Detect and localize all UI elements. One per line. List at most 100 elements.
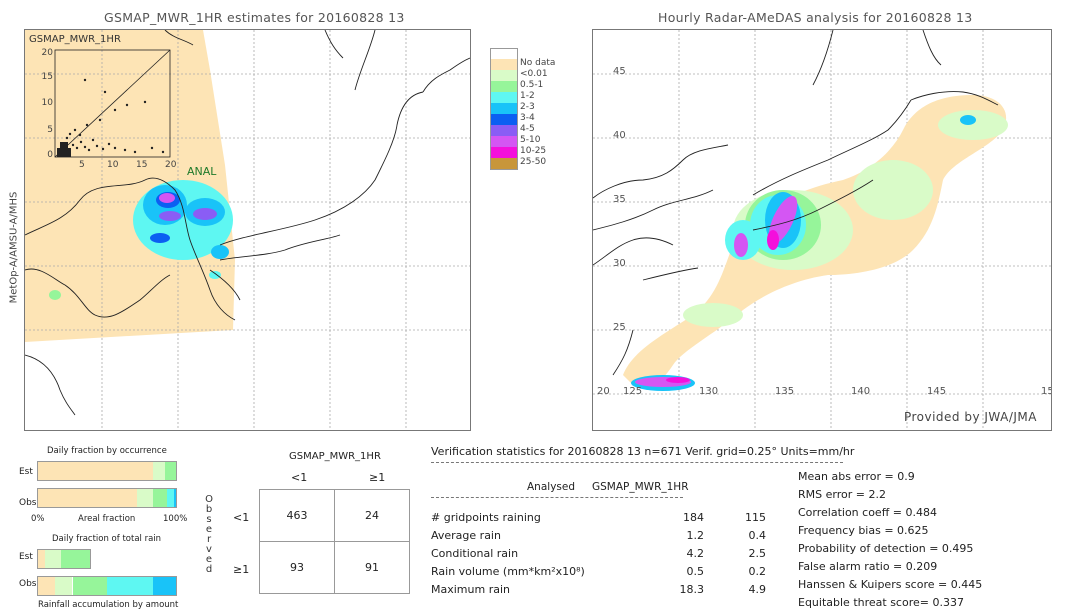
occurrence-obs-label: Obs xyxy=(19,498,37,508)
latitude-tick: 40 xyxy=(613,130,626,141)
color-legend: No data <0.01 0.5-1 1-2 2-3 3-4 4-5 5-10 10-25 25… xyxy=(490,48,560,198)
contingency-col-header: <1 xyxy=(291,471,308,484)
stat-label: Average rain xyxy=(431,529,501,542)
stat-analysed-value: 0.5 xyxy=(686,565,705,578)
occurrence-axis-left: 0% xyxy=(31,514,45,524)
total-rain-obs-bar xyxy=(37,576,177,596)
legend-swatch xyxy=(490,136,518,147)
legend-swatch xyxy=(490,59,518,70)
right-map-canvas xyxy=(593,30,1051,430)
contingency-cell: 91 xyxy=(334,541,410,594)
contingency-row-header: <1 xyxy=(233,511,250,524)
longitude-tick: 145 xyxy=(927,386,947,397)
occurrence-axis-right: 100% xyxy=(163,514,188,524)
occurrence-obs-bar xyxy=(37,488,177,508)
occurrence-title: Daily fraction by occurrence xyxy=(47,446,167,456)
occurrence-est-bar xyxy=(37,461,177,481)
longitude-tick: 135 xyxy=(775,386,795,397)
stat-analysed-value: 184 xyxy=(683,511,704,524)
latitude-tick: 25 xyxy=(613,322,626,333)
contingency-cell: 24 xyxy=(334,489,410,542)
bar-segment xyxy=(152,577,176,595)
occurrence-est-label: Est xyxy=(19,467,33,477)
contingency-row-header: ≥1 xyxy=(233,563,250,576)
longitude-tick: 140 xyxy=(851,386,871,397)
inset-y-tick: 10 xyxy=(41,98,53,108)
stat-gsmap-value: 2.5 xyxy=(748,547,767,560)
longitude-tick: 130 xyxy=(699,386,719,397)
legend-label: 2-3 xyxy=(520,102,535,112)
stat-gsmap-value: 0.2 xyxy=(748,565,767,578)
satellite-label-text: MetOp-A/AMSU-A/MHS xyxy=(8,191,20,304)
score-line: False alarm ratio = 0.209 xyxy=(798,560,938,573)
stat-analysed-value: 4.2 xyxy=(686,547,705,560)
inset-label: GSMAP_MWR_1HR xyxy=(29,34,121,45)
occurrence-axis-mid: Areal fraction xyxy=(78,514,136,524)
score-line: Probability of detection = 0.495 xyxy=(798,542,974,555)
stat-gsmap-value: 115 xyxy=(745,511,766,524)
stat-label: Rain volume (mm*km²x10⁸) xyxy=(431,565,585,578)
divider xyxy=(431,462,843,463)
credit-label: Provided by JWA/JMA xyxy=(903,410,1037,424)
bar-segment xyxy=(167,489,174,507)
anal-label: ANAL xyxy=(187,165,217,178)
latitude-tick: 35 xyxy=(613,194,626,205)
longitude-tick: 15 xyxy=(1041,386,1051,397)
bar-segment xyxy=(107,577,153,595)
total-rain-footer: Rainfall accumulation by amount xyxy=(38,600,179,610)
legend-swatch xyxy=(490,70,518,81)
contingency-cell: 463 xyxy=(259,489,335,542)
latitude-tick: 45 xyxy=(613,66,626,77)
inset-y-tick: 5 xyxy=(47,125,53,135)
inset-x-tick: 15 xyxy=(136,160,148,170)
right-map-title: Hourly Radar-AMeDAS analysis for 2016082… xyxy=(658,10,973,25)
stat-gsmap-value: 4.9 xyxy=(748,583,767,596)
bar-segment xyxy=(38,550,45,568)
inset-y-tick: 20 xyxy=(41,48,53,58)
bar-segment xyxy=(137,489,153,507)
column-gsmap: GSMAP_MWR_1HR xyxy=(592,481,689,493)
bar-segment xyxy=(72,577,107,595)
left-map-title: GSMAP_MWR_1HR estimates for 20160828 13 xyxy=(104,10,405,25)
inset-x-tick: 20 xyxy=(165,160,177,170)
score-line: RMS error = 2.2 xyxy=(798,488,886,501)
legend-swatch xyxy=(490,81,518,92)
score-line: Hanssen & Kuipers score = 0.445 xyxy=(798,578,983,591)
longitude-tick: 125 xyxy=(623,386,643,397)
total-rain-obs-label: Obs xyxy=(19,579,37,589)
stat-label: # gridpoints raining xyxy=(431,511,541,524)
bar-segment xyxy=(38,489,138,507)
legend-label: 10-25 xyxy=(520,146,547,156)
legend-label: No data xyxy=(520,58,556,68)
legend-swatch xyxy=(490,125,518,136)
bar-segment xyxy=(44,550,62,568)
observed-letter: d xyxy=(205,564,213,575)
stat-gsmap-value: 0.4 xyxy=(748,529,767,542)
legend-swatch xyxy=(490,92,518,103)
contingency-col-header: ≥1 xyxy=(369,471,386,484)
bar-segment xyxy=(54,577,73,595)
score-line: Correlation coeff = 0.484 xyxy=(798,506,937,519)
legend-label: 1-2 xyxy=(520,91,535,101)
stat-label: Conditional rain xyxy=(431,547,519,560)
legend-swatch xyxy=(490,147,518,158)
score-line: Mean abs error = 0.9 xyxy=(798,470,915,483)
legend-label: 25-50 xyxy=(520,157,547,167)
bar-segment xyxy=(61,550,90,568)
contingency-cell: 93 xyxy=(259,541,335,594)
legend-swatch xyxy=(490,103,518,114)
legend-label: 5-10 xyxy=(520,135,541,145)
verification-header: Verification statistics for 20160828 13 … xyxy=(431,445,855,458)
bar-segment xyxy=(152,462,165,480)
stat-analysed-value: 1.2 xyxy=(686,529,705,542)
legend-label: <0.01 xyxy=(520,69,548,79)
score-line: Frequency bias = 0.625 xyxy=(798,524,929,537)
total-rain-title: Daily fraction of total rain xyxy=(52,534,162,544)
inset-y-tick: 0 xyxy=(47,150,53,160)
inset-y-tick: 15 xyxy=(41,72,53,82)
divider xyxy=(431,497,683,498)
total-rain-est-label: Est xyxy=(19,552,33,562)
bar-segment xyxy=(38,462,153,480)
bar-segment xyxy=(38,577,55,595)
inset-x-tick: 10 xyxy=(107,160,119,170)
